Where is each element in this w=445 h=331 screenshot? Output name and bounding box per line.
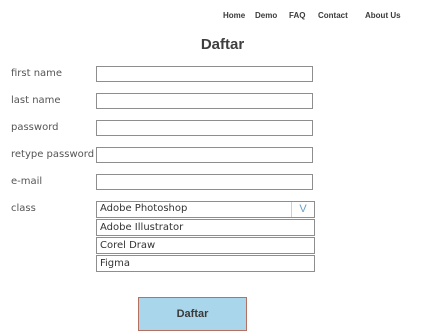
chevron-down-icon[interactable]: V	[291, 202, 314, 217]
class-label: class	[11, 203, 36, 214]
class-select-value: Adobe Photoshop	[100, 203, 188, 214]
retype-password-label: retype password	[11, 149, 95, 160]
class-option-figma[interactable]: Figma	[96, 255, 315, 272]
top-nav: Home Demo FAQ Contact About Us	[0, 11, 445, 25]
nav-about-us[interactable]: About Us	[365, 11, 401, 20]
nav-contact[interactable]: Contact	[318, 11, 348, 20]
nav-demo[interactable]: Demo	[255, 11, 277, 20]
daftar-submit-button[interactable]: Daftar	[138, 297, 247, 331]
class-option-corel-draw[interactable]: Corel Draw	[96, 237, 315, 254]
password-input[interactable]	[96, 120, 313, 136]
page-title: Daftar	[200, 36, 245, 53]
first-name-label: first name	[11, 68, 63, 79]
password-label: password	[11, 122, 59, 133]
last-name-label: last name	[11, 95, 61, 106]
retype-password-input[interactable]	[96, 147, 313, 163]
nav-home[interactable]: Home	[223, 11, 245, 20]
class-select[interactable]: Adobe Photoshop V	[96, 201, 315, 218]
last-name-input[interactable]	[96, 93, 313, 109]
nav-faq[interactable]: FAQ	[289, 11, 305, 20]
email-input[interactable]	[96, 174, 313, 190]
first-name-input[interactable]	[96, 66, 313, 82]
class-option-adobe-illustrator[interactable]: Adobe Illustrator	[96, 219, 315, 236]
email-label: e-mail	[11, 176, 43, 187]
